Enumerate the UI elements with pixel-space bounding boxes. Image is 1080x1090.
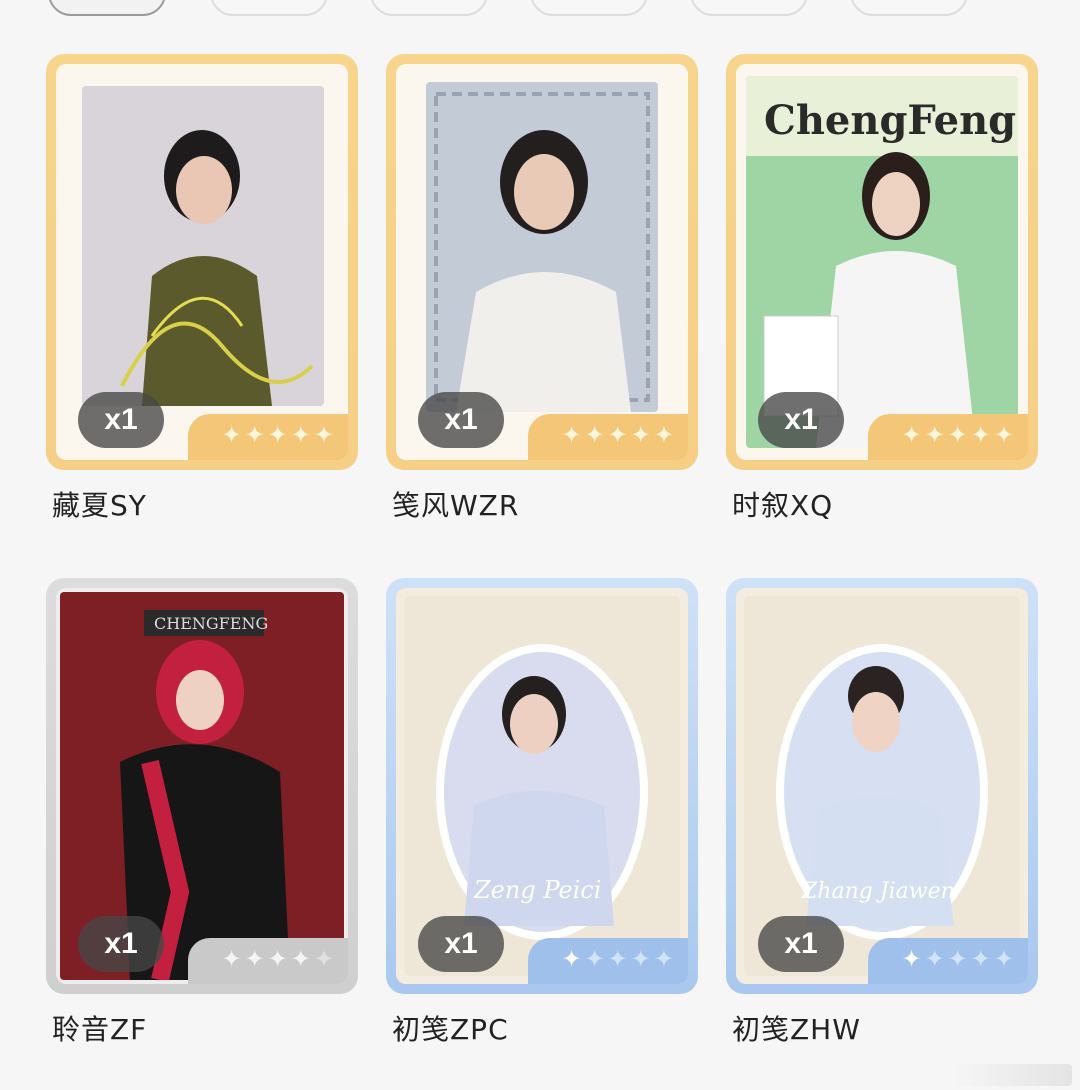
quantity-badge: x1	[418, 392, 504, 448]
star-icon: ✦	[947, 945, 968, 973]
card-name: 笺风WZR	[392, 489, 520, 522]
card-inner: ChengFeng ✦ ✦ ✦ ✦ ✦ x1	[736, 64, 1028, 460]
card-name: 初笺ZHW	[732, 1013, 861, 1046]
card-name: 初笺ZPC	[392, 1013, 509, 1046]
star-icon: ✦	[653, 945, 674, 973]
card-item[interactable]: ✦ ✦ ✦ ✦ ✦ x1 藏夏SY	[46, 54, 358, 534]
watermark	[952, 1064, 1072, 1086]
card-item[interactable]: Zhang Jiawen ✦ ✦ ✦ ✦ ✦ x1 初笺ZHW	[726, 578, 1038, 1058]
star-icon: ✦	[584, 945, 605, 973]
photo-title-text: Zhang Jiawen	[801, 879, 955, 904]
star-icon: ✦	[630, 945, 651, 973]
star-icon: ✦	[901, 421, 922, 449]
rarity-stars: ✦ ✦ ✦ ✦ ✦	[561, 418, 674, 452]
photo-card[interactable]: ✦ ✦ ✦ ✦ ✦ x1	[46, 54, 358, 470]
photo-card[interactable]: CHENGFENG ✦ ✦ ✦ ✦ ✦ x1	[46, 578, 358, 994]
quantity-badge: x1	[418, 916, 504, 972]
star-icon: ✦	[947, 421, 968, 449]
photo-title-text: ChengFeng	[764, 97, 1016, 144]
card-inner: ✦ ✦ ✦ ✦ ✦ x1	[56, 64, 348, 460]
star-icon: ✦	[313, 421, 334, 449]
card-item[interactable]: ✦ ✦ ✦ ✦ ✦ x1 笺风WZR	[386, 54, 698, 534]
photo-title-text: CHENGFENG	[154, 614, 268, 633]
card-name: 藏夏SY	[52, 489, 147, 522]
card-photo	[82, 86, 324, 406]
card-photo	[426, 82, 658, 412]
star-icon: ✦	[221, 421, 242, 449]
card-item[interactable]: ChengFeng ✦ ✦ ✦ ✦ ✦ x1 时叙XQ	[726, 54, 1038, 534]
star-icon: ✦	[653, 421, 674, 449]
photo-card[interactable]: Zhang Jiawen ✦ ✦ ✦ ✦ ✦ x1	[726, 578, 1038, 994]
quantity-badge: x1	[758, 392, 844, 448]
star-icon: ✦	[290, 421, 311, 449]
rarity-stars: ✦ ✦ ✦ ✦ ✦	[221, 418, 334, 452]
star-icon: ✦	[993, 421, 1014, 449]
photo-card[interactable]: ChengFeng ✦ ✦ ✦ ✦ ✦ x1	[726, 54, 1038, 470]
photo-card[interactable]: ✦ ✦ ✦ ✦ ✦ x1	[386, 54, 698, 470]
star-icon: ✦	[561, 945, 582, 973]
card-name: 时叙XQ	[732, 489, 834, 522]
star-icon: ✦	[993, 945, 1014, 973]
star-icon: ✦	[244, 421, 265, 449]
rarity-stars: ✦ ✦ ✦ ✦ ✦	[561, 942, 674, 976]
card-grid: ✦ ✦ ✦ ✦ ✦ x1 藏夏SY ✦ ✦ ✦ ✦ ✦ x1 笺风WZR Che…	[0, 0, 1080, 1090]
photo-title-text: Zeng Peici	[473, 876, 601, 904]
star-icon: ✦	[630, 421, 651, 449]
star-icon: ✦	[244, 945, 265, 973]
star-icon: ✦	[924, 421, 945, 449]
card-inner: Zeng Peici ✦ ✦ ✦ ✦ ✦ x1	[396, 588, 688, 984]
quantity-badge: x1	[78, 916, 164, 972]
photo-card[interactable]: Zeng Peici ✦ ✦ ✦ ✦ ✦ x1	[386, 578, 698, 994]
star-icon: ✦	[901, 945, 922, 973]
star-icon: ✦	[584, 421, 605, 449]
quantity-badge: x1	[78, 392, 164, 448]
card-inner: Zhang Jiawen ✦ ✦ ✦ ✦ ✦ x1	[736, 588, 1028, 984]
star-icon: ✦	[607, 421, 628, 449]
card-item[interactable]: Zeng Peici ✦ ✦ ✦ ✦ ✦ x1 初笺ZPC	[386, 578, 698, 1058]
star-icon: ✦	[267, 945, 288, 973]
star-icon: ✦	[313, 945, 334, 973]
card-inner: ✦ ✦ ✦ ✦ ✦ x1	[396, 64, 688, 460]
card-name: 聆音ZF	[52, 1013, 148, 1046]
star-icon: ✦	[970, 421, 991, 449]
rarity-stars: ✦ ✦ ✦ ✦ ✦	[901, 942, 1014, 976]
star-icon: ✦	[561, 421, 582, 449]
star-icon: ✦	[970, 945, 991, 973]
card-item[interactable]: CHENGFENG ✦ ✦ ✦ ✦ ✦ x1 聆音ZF	[46, 578, 358, 1058]
star-icon: ✦	[607, 945, 628, 973]
star-icon: ✦	[290, 945, 311, 973]
card-inner: CHENGFENG ✦ ✦ ✦ ✦ ✦ x1	[56, 588, 348, 984]
rarity-stars: ✦ ✦ ✦ ✦ ✦	[221, 942, 334, 976]
quantity-badge: x1	[758, 916, 844, 972]
rarity-stars: ✦ ✦ ✦ ✦ ✦	[901, 418, 1014, 452]
star-icon: ✦	[267, 421, 288, 449]
star-icon: ✦	[221, 945, 242, 973]
star-icon: ✦	[924, 945, 945, 973]
